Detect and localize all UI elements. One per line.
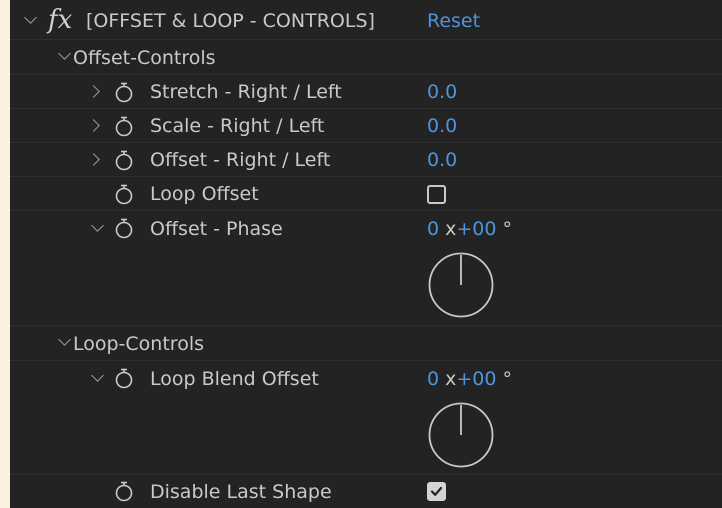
property-label: Offset - Right / Left (150, 149, 331, 171)
property-label: Stretch - Right / Left (150, 81, 342, 103)
property-label: Scale - Right / Left (150, 115, 325, 137)
angle-dial-icon[interactable] (427, 251, 495, 319)
stopwatch-icon[interactable] (114, 149, 134, 171)
property-label: Loop Blend Offset (150, 368, 319, 390)
property-label: Disable Last Shape (150, 481, 332, 503)
chevron-right-icon[interactable] (87, 153, 100, 166)
phase-unit: ° (502, 218, 513, 240)
scale-value[interactable]: 0.0 (427, 115, 457, 137)
phase-revolutions[interactable]: 0 (427, 218, 439, 240)
chevron-right-icon[interactable] (87, 119, 100, 132)
stopwatch-icon[interactable] (114, 183, 134, 205)
chevron-right-icon[interactable] (87, 85, 100, 98)
property-disable-last-row[interactable]: Disable Last Shape (10, 475, 722, 508)
effect-title: [OFFSET & LOOP - CONTROLS] (86, 10, 375, 32)
effect-header-row[interactable]: fx [OFFSET & LOOP - CONTROLS] Reset (10, 0, 722, 40)
property-loop-blend-row[interactable]: Loop Blend Offset 0 x+00 ° (10, 361, 722, 475)
phase-value[interactable]: 0 x+00 ° (427, 218, 512, 240)
blend-degrees[interactable]: +00 (456, 368, 496, 390)
chevron-down-icon[interactable] (58, 333, 71, 346)
angle-dial-icon[interactable] (427, 401, 495, 469)
stopwatch-icon[interactable] (114, 115, 134, 137)
loop-offset-checkbox[interactable] (427, 185, 446, 204)
chevron-down-icon[interactable] (91, 369, 104, 382)
phase-times: x (445, 218, 457, 240)
group-offset-controls[interactable]: Offset-Controls (10, 40, 722, 75)
stopwatch-icon[interactable] (114, 367, 134, 389)
property-label: Offset - Phase (150, 218, 283, 240)
effect-controls-panel: fx [OFFSET & LOOP - CONTROLS] Reset Offs… (10, 0, 722, 508)
property-loop-offset-row[interactable]: Loop Offset (10, 177, 722, 211)
stopwatch-icon[interactable] (114, 81, 134, 103)
reset-link[interactable]: Reset (427, 10, 480, 32)
chevron-down-icon[interactable] (91, 219, 104, 232)
phase-degrees[interactable]: +00 (456, 218, 496, 240)
blend-revolutions[interactable]: 0 (427, 368, 439, 390)
chevron-down-icon[interactable] (24, 11, 37, 24)
blend-times: x (445, 368, 457, 390)
property-label: Loop Offset (150, 183, 259, 205)
blend-unit: ° (502, 368, 513, 390)
blend-value[interactable]: 0 x+00 ° (427, 368, 512, 390)
group-label: Loop-Controls (73, 333, 204, 355)
disable-last-checkbox[interactable] (427, 482, 446, 501)
property-offset-row[interactable]: Offset - Right / Left 0.0 (10, 143, 722, 177)
stopwatch-icon[interactable] (114, 480, 134, 502)
stretch-value[interactable]: 0.0 (427, 81, 457, 103)
property-stretch-row[interactable]: Stretch - Right / Left 0.0 (10, 75, 722, 109)
property-scale-row[interactable]: Scale - Right / Left 0.0 (10, 109, 722, 143)
chevron-down-icon[interactable] (58, 47, 71, 60)
offset-value[interactable]: 0.0 (427, 149, 457, 171)
fx-icon[interactable]: fx (48, 5, 72, 35)
group-loop-controls[interactable]: Loop-Controls (10, 326, 722, 361)
checkmark-icon (430, 486, 443, 496)
group-label: Offset-Controls (73, 47, 216, 69)
property-offset-phase-row[interactable]: Offset - Phase 0 x+00 ° (10, 211, 722, 326)
stopwatch-icon[interactable] (114, 217, 134, 239)
